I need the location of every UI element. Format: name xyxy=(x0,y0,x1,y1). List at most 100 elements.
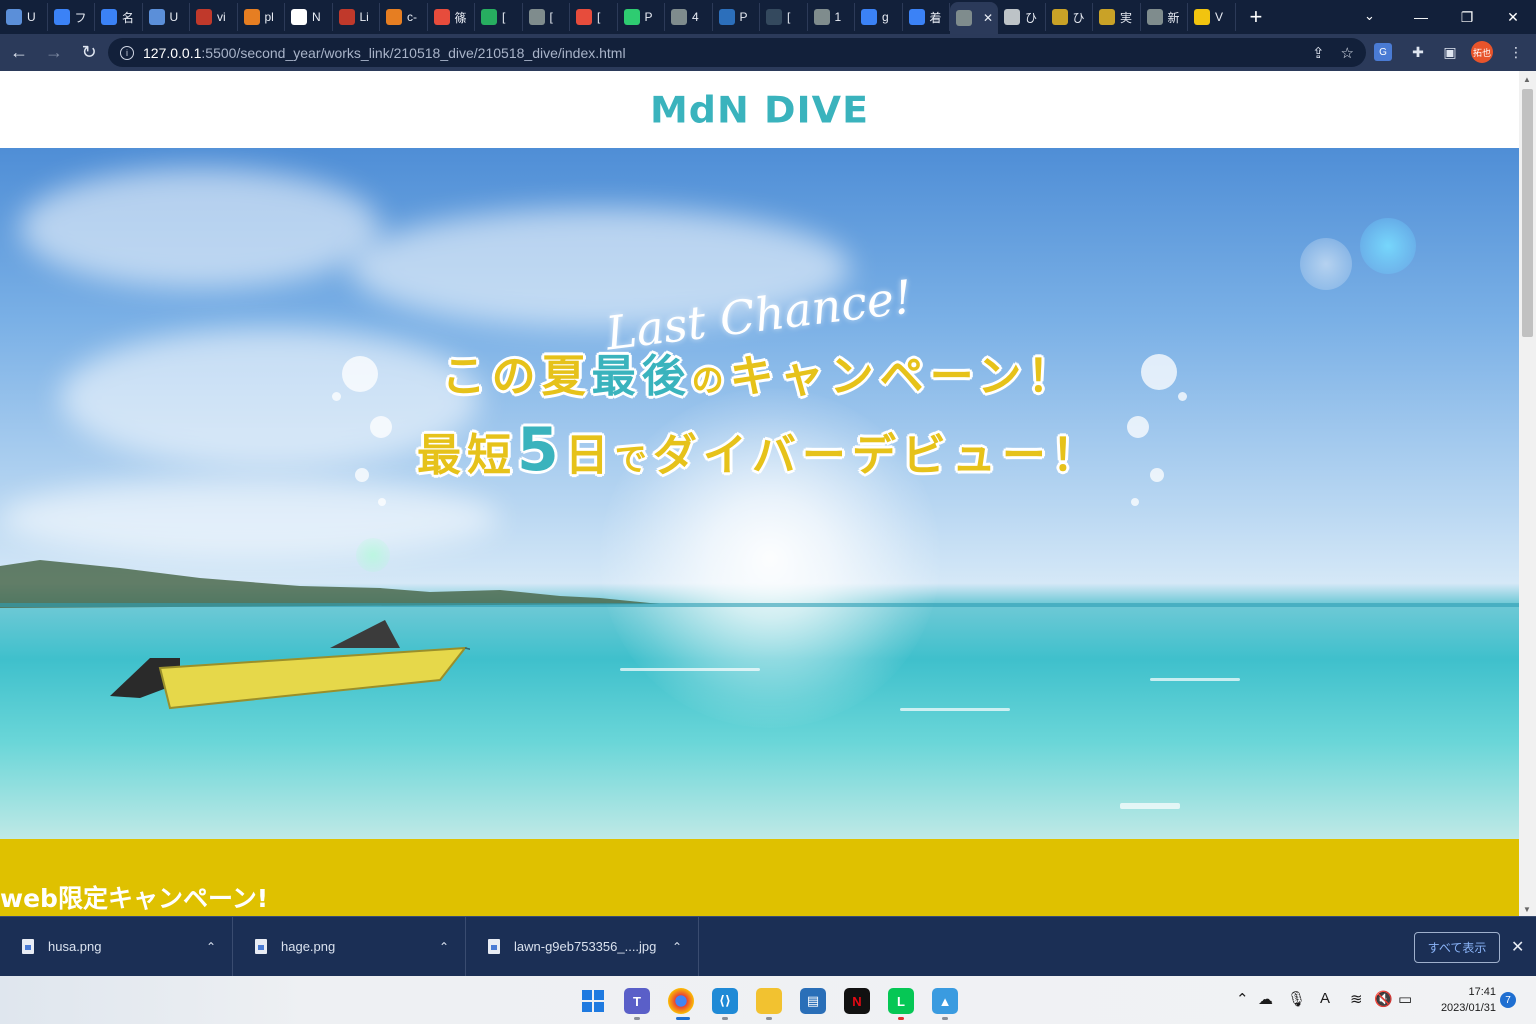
browser-tab[interactable]: 篠 xyxy=(428,3,475,31)
browser-tab[interactable]: P xyxy=(713,3,760,31)
tab-search-chevron-icon[interactable]: ⌄ xyxy=(1364,8,1375,24)
file-icon xyxy=(488,939,500,954)
vscode-icon[interactable]: ⟨⟩ xyxy=(712,988,738,1014)
browser-tab[interactable]: g xyxy=(855,3,903,31)
browser-tab[interactable]: 1 xyxy=(808,3,855,31)
browser-tab[interactable]: 着 xyxy=(903,3,950,31)
input-method-icon[interactable]: A xyxy=(1320,990,1330,1007)
browser-tab[interactable]: [ xyxy=(760,3,808,31)
tab-label: V xyxy=(1215,10,1224,24)
browser-tab[interactable]: Li xyxy=(333,3,380,31)
tab-favicon-icon xyxy=(766,9,782,25)
download-item[interactable]: husa.png ⌃ xyxy=(0,916,233,977)
extensions-puzzle-icon[interactable]: ✚ xyxy=(1406,40,1430,64)
tab-favicon-icon xyxy=(6,9,22,25)
scroll-up-arrow-icon[interactable]: ▲ xyxy=(1523,75,1531,84)
show-all-downloads-button[interactable]: すべて表示 xyxy=(1414,932,1500,963)
teams-icon[interactable]: T xyxy=(624,988,650,1014)
notification-badge[interactable]: 7 xyxy=(1500,992,1516,1008)
chrome-icon[interactable] xyxy=(668,988,694,1014)
back-button[interactable]: ← xyxy=(3,37,35,69)
profile-avatar[interactable]: 拓也 xyxy=(1471,41,1493,63)
tray-overflow-chevron-icon[interactable]: ⌃ xyxy=(1236,990,1249,1008)
browser-toolbar: ← → ↻ i 127.0.0.1:5500/second_year/works… xyxy=(0,34,1536,71)
download-item[interactable]: hage.png ⌃ xyxy=(233,916,466,977)
file-explorer-icon[interactable] xyxy=(756,988,782,1014)
tab-label: 着 xyxy=(929,10,942,25)
download-item[interactable]: lawn-g9eb753356_....jpg ⌃ xyxy=(466,916,699,977)
chevron-up-icon[interactable]: ⌃ xyxy=(672,940,682,954)
download-filename: hage.png xyxy=(281,939,336,954)
line-icon[interactable]: L xyxy=(888,988,914,1014)
browser-tab[interactable]: 名 xyxy=(95,3,143,31)
downloads-bar: husa.png ⌃ hage.png ⌃ lawn-g9eb753356_....… xyxy=(0,916,1536,977)
new-tab-button[interactable]: + xyxy=(1250,4,1274,30)
campaign-title: web限定キャンペーン! xyxy=(0,884,269,913)
browser-tab[interactable]: V xyxy=(1188,3,1236,31)
scrollbar-thumb[interactable] xyxy=(1522,89,1533,337)
tab-favicon-icon xyxy=(671,9,687,25)
site-info-icon[interactable]: i xyxy=(120,45,134,60)
browser-tab[interactable]: [ xyxy=(570,3,618,31)
tab-label: フ xyxy=(74,10,87,25)
browser-tab[interactable]: N xyxy=(285,3,333,31)
volume-muted-icon[interactable]: 🔇 xyxy=(1374,990,1393,1008)
browser-tab[interactable]: フ xyxy=(48,3,95,31)
share-icon[interactable]: ⇪ xyxy=(1312,44,1325,62)
tab-label: 1 xyxy=(834,10,842,24)
browser-tab[interactable]: 実 xyxy=(1093,3,1141,31)
tab-favicon-icon xyxy=(956,10,972,26)
forward-button[interactable]: → xyxy=(38,37,70,69)
headline-part: 最短 xyxy=(417,430,518,481)
tab-favicon-icon xyxy=(718,9,735,25)
netflix-icon[interactable]: N xyxy=(844,988,870,1014)
minimize-button[interactable]: — xyxy=(1398,0,1444,34)
browser-tab[interactable]: U xyxy=(0,3,48,31)
browser-tab[interactable]: 4 xyxy=(665,3,713,31)
close-downloads-icon[interactable]: ✕ xyxy=(1511,937,1524,957)
wifi-icon[interactable]: ≋ xyxy=(1350,990,1363,1008)
tab-close-icon[interactable]: ✕ xyxy=(983,11,993,25)
browser-tab[interactable]: ひ xyxy=(1046,3,1093,31)
island-silhouette xyxy=(0,560,660,608)
battery-icon[interactable]: ▭ xyxy=(1398,990,1412,1008)
tab-active[interactable]: ✕ xyxy=(950,2,998,34)
scroll-down-arrow-icon[interactable]: ▼ xyxy=(1523,905,1531,914)
chevron-up-icon[interactable]: ⌃ xyxy=(439,940,449,954)
translate-extension-icon[interactable]: G xyxy=(1374,43,1392,61)
tab-label: 新 xyxy=(1167,10,1180,25)
tab-label: P xyxy=(739,10,748,24)
browser-tab[interactable]: 新 xyxy=(1141,3,1188,31)
onedrive-icon[interactable]: ☁ xyxy=(1258,990,1273,1008)
page-scrollbar[interactable]: ▲ ▼ xyxy=(1519,71,1536,916)
headline-line-2: 最短5日でダイバーデビュー！ xyxy=(0,415,1519,494)
address-bar[interactable]: i 127.0.0.1:5500/second_year/works_link/… xyxy=(108,38,1366,67)
browser-tab[interactable]: [ xyxy=(523,3,570,31)
reload-button[interactable]: ↻ xyxy=(73,37,105,69)
bookmark-star-icon[interactable]: ☆ xyxy=(1341,44,1354,62)
tab-label: [ xyxy=(787,10,791,24)
tab-favicon-icon xyxy=(433,9,450,25)
side-panel-icon[interactable]: ▣ xyxy=(1438,40,1462,64)
microphone-muted-icon[interactable]: 🎙 xyxy=(1287,990,1306,1008)
chevron-up-icon[interactable]: ⌃ xyxy=(206,940,216,954)
tab-label: 名 xyxy=(122,10,135,25)
store-icon[interactable]: ▤ xyxy=(800,988,826,1014)
menu-kebab-icon[interactable]: ⋮ xyxy=(1504,40,1528,64)
site-logo[interactable]: MdN DIVE xyxy=(650,89,869,131)
restore-button[interactable]: ❐ xyxy=(1444,0,1490,34)
close-window-button[interactable]: ✕ xyxy=(1490,0,1536,34)
photos-icon[interactable]: ▲ xyxy=(932,988,958,1014)
browser-tab[interactable]: pl xyxy=(238,3,285,31)
windows-start-icon[interactable] xyxy=(580,988,606,1014)
browser-tab[interactable]: [ xyxy=(475,3,523,31)
tab-favicon-icon xyxy=(291,9,307,25)
hero-copy: Last Chance! この夏最後のキャンペーン！ 最短5日でダイバーデビュー… xyxy=(0,269,1519,494)
browser-tab[interactable]: ひ xyxy=(998,3,1046,31)
browser-tab[interactable]: vi xyxy=(190,3,238,31)
system-clock[interactable]: 17:41 2023/01/31 xyxy=(1430,984,1496,1016)
wave xyxy=(900,708,1010,711)
browser-tab[interactable]: U xyxy=(143,3,190,31)
browser-tab[interactable]: P xyxy=(618,3,665,31)
browser-tab[interactable]: c- xyxy=(380,3,428,31)
